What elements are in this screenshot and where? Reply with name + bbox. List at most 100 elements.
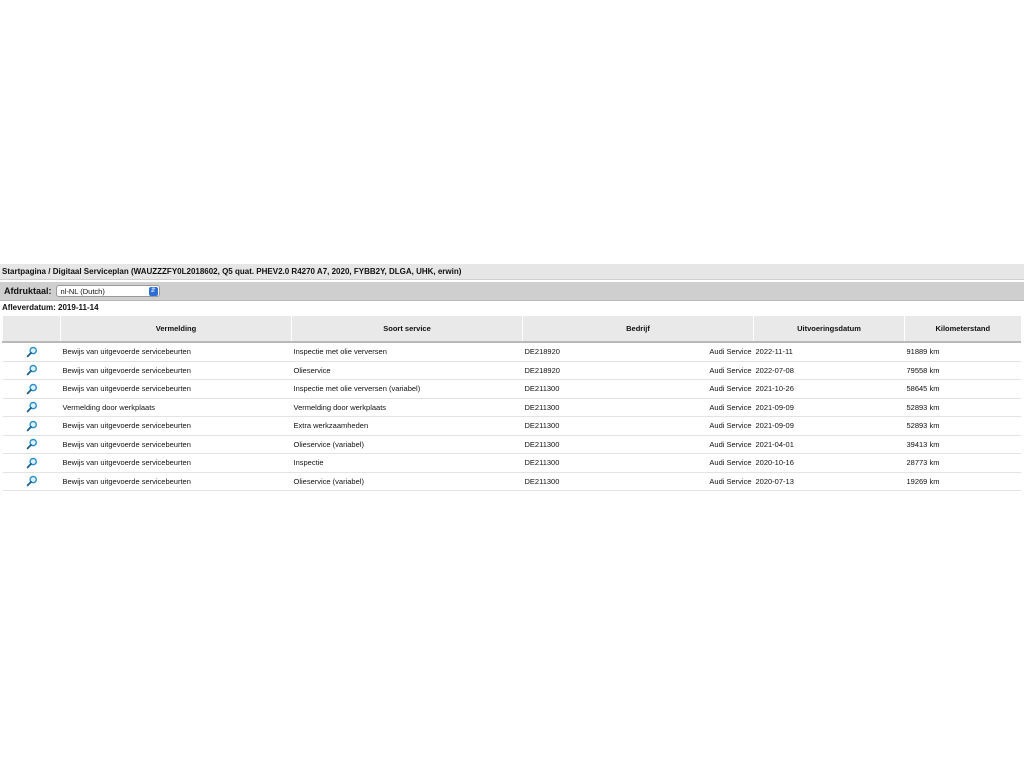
cell-uitvoeringsdatum: 2022-11-11 bbox=[753, 342, 905, 362]
table-row: Bewijs van uitgevoerde servicebeurten Oli… bbox=[2, 361, 1021, 380]
company-brand: Audi Service bbox=[709, 439, 752, 449]
view-cell bbox=[2, 342, 61, 362]
column-header-view bbox=[2, 316, 61, 343]
magnifier-icon[interactable] bbox=[26, 346, 38, 358]
view-cell bbox=[2, 361, 61, 380]
cell-soort-service: Vermelding door werkplaats bbox=[291, 398, 523, 417]
company-code: DE211300 bbox=[524, 402, 560, 412]
cell-soort-service: Inspectie bbox=[291, 453, 523, 473]
breadcrumb: Startpagina / Digitaal Serviceplan (WAUZ… bbox=[0, 264, 1024, 280]
company-brand: Audi Service bbox=[709, 365, 752, 375]
table-row: Vermelding door werkplaats Vermelding doo… bbox=[2, 398, 1021, 417]
cell-uitvoeringsdatum: 2021-10-26 bbox=[753, 379, 905, 399]
company-brand: Audi Service bbox=[709, 476, 752, 486]
select-chevron-icon: ⇵ bbox=[148, 287, 158, 296]
magnifier-icon[interactable] bbox=[26, 383, 38, 395]
cell-vermelding: Bewijs van uitgevoerde servicebeurten bbox=[60, 416, 292, 436]
cell-vermelding: Bewijs van uitgevoerde servicebeurten bbox=[60, 472, 292, 491]
table-row: Bewijs van uitgevoerde servicebeurten Oli… bbox=[2, 435, 1021, 454]
cell-uitvoeringsdatum: 2021-09-09 bbox=[753, 416, 905, 436]
cell-kilometerstand: 79558 km bbox=[904, 361, 1021, 380]
company-code: DE211300 bbox=[524, 384, 560, 394]
cell-vermelding: Bewijs van uitgevoerde servicebeurten bbox=[60, 435, 292, 454]
print-language-bar: Afdruktaal: nl-NL (Dutch) ⇵ bbox=[0, 282, 1024, 301]
delivery-date-value: 2019-11-14 bbox=[58, 303, 99, 312]
cell-vermelding: Bewijs van uitgevoerde servicebeurten bbox=[60, 342, 292, 362]
cell-bedrijf: DE211300 Audi Service bbox=[522, 453, 754, 473]
company-code: DE218920 bbox=[524, 347, 560, 357]
cell-bedrijf: DE218920 Audi Service bbox=[522, 361, 754, 380]
table-row: Bewijs van uitgevoerde servicebeurten Ins… bbox=[2, 379, 1021, 399]
cell-kilometerstand: 19269 km bbox=[904, 472, 1021, 491]
company-brand: Audi Service bbox=[709, 402, 752, 412]
cell-kilometerstand: 52893 km bbox=[904, 416, 1021, 436]
cell-soort-service: Olieservice (variabel) bbox=[291, 435, 523, 454]
company-brand: Audi Service bbox=[709, 458, 752, 468]
table-row: Bewijs van uitgevoerde servicebeurten Ins… bbox=[2, 453, 1021, 473]
magnifier-icon[interactable] bbox=[26, 475, 38, 487]
magnifier-icon[interactable] bbox=[26, 420, 38, 432]
cell-kilometerstand: 28773 km bbox=[904, 453, 1021, 473]
cell-vermelding: Bewijs van uitgevoerde servicebeurten bbox=[60, 379, 292, 399]
cell-soort-service: Olieservice bbox=[291, 361, 523, 380]
magnifier-icon[interactable] bbox=[26, 457, 38, 469]
company-brand: Audi Service bbox=[709, 421, 752, 431]
table-row: Bewijs van uitgevoerde servicebeurten Ins… bbox=[2, 342, 1021, 362]
magnifier-icon[interactable] bbox=[26, 401, 38, 413]
table-row: Bewijs van uitgevoerde servicebeurten Oli… bbox=[2, 472, 1021, 491]
column-header-vermelding[interactable]: Vermelding bbox=[60, 316, 292, 343]
delivery-date-label: Afleverdatum: bbox=[2, 303, 56, 312]
print-language-value: nl-NL (Dutch) bbox=[60, 287, 105, 296]
company-code: DE211300 bbox=[524, 458, 560, 468]
print-language-select[interactable]: nl-NL (Dutch) ⇵ bbox=[55, 285, 160, 297]
cell-kilometerstand: 91889 km bbox=[904, 342, 1021, 362]
magnifier-icon[interactable] bbox=[26, 438, 38, 450]
cell-uitvoeringsdatum: 2020-07-13 bbox=[753, 472, 905, 491]
view-cell bbox=[2, 398, 61, 417]
service-history-table: Vermelding Soort service Bedrijf Uitvoer… bbox=[2, 316, 1021, 491]
cell-uitvoeringsdatum: 2021-09-09 bbox=[753, 398, 905, 417]
cell-uitvoeringsdatum: 2020-10-16 bbox=[753, 453, 905, 473]
cell-bedrijf: DE211300 Audi Service bbox=[522, 416, 754, 436]
print-language-label: Afdruktaal: bbox=[4, 286, 52, 296]
view-cell bbox=[2, 472, 61, 491]
cell-bedrijf: DE211300 Audi Service bbox=[522, 379, 754, 399]
table-row: Bewijs van uitgevoerde servicebeurten Ext… bbox=[2, 416, 1021, 436]
cell-soort-service: Inspectie met olie verversen (variabel) bbox=[291, 379, 523, 399]
cell-uitvoeringsdatum: 2021-04-01 bbox=[753, 435, 905, 454]
company-code: DE211300 bbox=[524, 439, 560, 449]
cell-bedrijf: DE218920 Audi Service bbox=[522, 342, 754, 362]
cell-kilometerstand: 39413 km bbox=[904, 435, 1021, 454]
company-code: DE211300 bbox=[524, 476, 560, 486]
cell-kilometerstand: 58645 km bbox=[904, 379, 1021, 399]
view-cell bbox=[2, 453, 61, 473]
cell-bedrijf: DE211300 Audi Service bbox=[522, 435, 754, 454]
delivery-date: Afleverdatum: 2019-11-14 bbox=[2, 303, 99, 312]
cell-uitvoeringsdatum: 2022-07-08 bbox=[753, 361, 905, 380]
cell-soort-service: Extra werkzaamheden bbox=[291, 416, 523, 436]
cell-bedrijf: DE211300 Audi Service bbox=[522, 472, 754, 491]
column-header-uitvoeringsdatum[interactable]: Uitvoeringsdatum bbox=[753, 316, 905, 343]
cell-soort-service: Inspectie met olie verversen bbox=[291, 342, 523, 362]
breadcrumb-current: Digitaal Serviceplan (WAUZZZFY0L2018602,… bbox=[52, 267, 462, 276]
breadcrumb-separator: / bbox=[46, 267, 53, 276]
view-cell bbox=[2, 416, 61, 436]
cell-kilometerstand: 52893 km bbox=[904, 398, 1021, 417]
cell-vermelding: Bewijs van uitgevoerde servicebeurten bbox=[60, 361, 292, 380]
company-code: DE211300 bbox=[524, 421, 560, 431]
column-header-bedrijf[interactable]: Bedrijf bbox=[522, 316, 754, 343]
breadcrumb-home-link[interactable]: Startpagina bbox=[2, 267, 46, 276]
cell-vermelding: Bewijs van uitgevoerde servicebeurten bbox=[60, 453, 292, 473]
magnifier-icon[interactable] bbox=[26, 364, 38, 376]
cell-bedrijf: DE211300 Audi Service bbox=[522, 398, 754, 417]
company-brand: Audi Service bbox=[709, 384, 752, 394]
cell-soort-service: Olieservice (variabel) bbox=[291, 472, 523, 491]
column-header-soort-service[interactable]: Soort service bbox=[291, 316, 523, 343]
table-header-row: Vermelding Soort service Bedrijf Uitvoer… bbox=[2, 316, 1021, 343]
company-code: DE218920 bbox=[524, 365, 560, 375]
column-header-kilometerstand[interactable]: Kilometerstand bbox=[904, 316, 1021, 343]
company-brand: Audi Service bbox=[709, 347, 752, 357]
cell-vermelding: Vermelding door werkplaats bbox=[60, 398, 292, 417]
view-cell bbox=[2, 435, 61, 454]
view-cell bbox=[2, 379, 61, 399]
